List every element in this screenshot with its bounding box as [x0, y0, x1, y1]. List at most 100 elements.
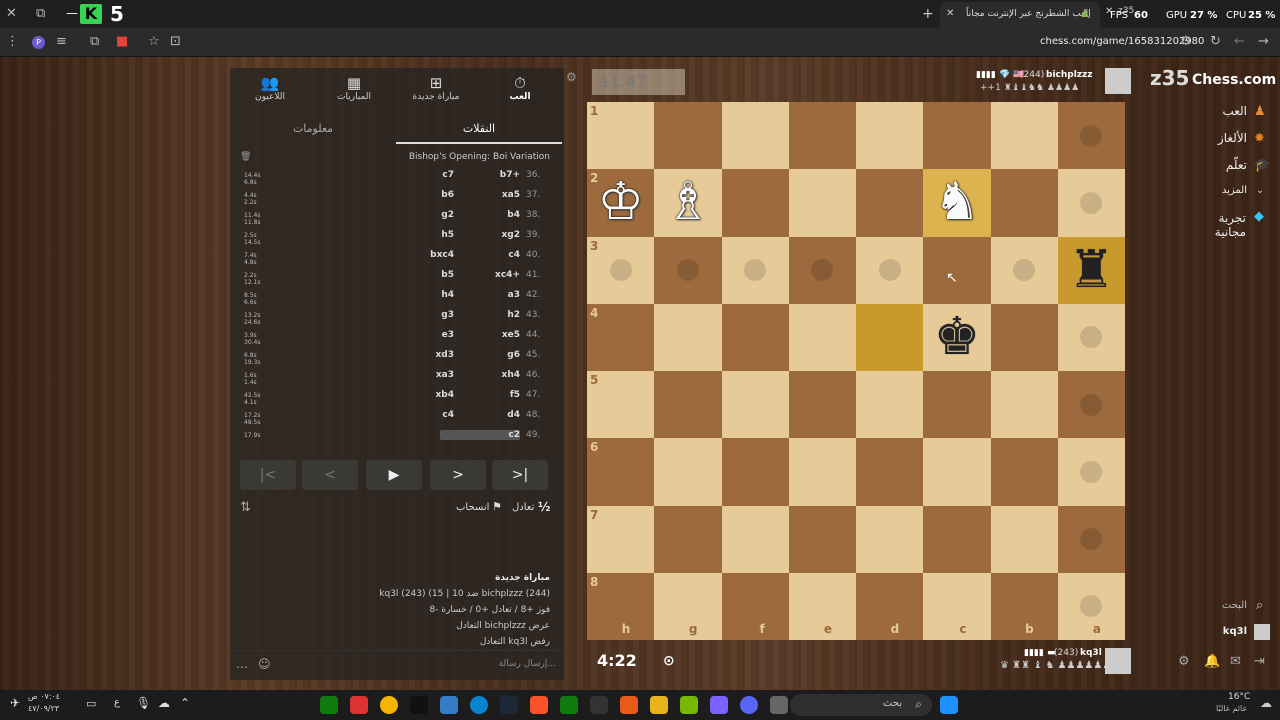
- board-square[interactable]: [1057, 102, 1125, 170]
- epic-icon[interactable]: [590, 696, 608, 714]
- board-square[interactable]: [856, 102, 924, 170]
- board-square[interactable]: [856, 236, 924, 304]
- board-square[interactable]: [923, 505, 991, 573]
- black-move[interactable]: e3: [374, 330, 454, 340]
- board-square[interactable]: 4: [587, 303, 655, 371]
- move-hint-dot[interactable]: [676, 259, 699, 282]
- black-move[interactable]: c7: [374, 170, 454, 180]
- board-square[interactable]: [721, 236, 789, 304]
- move-hint-dot[interactable]: [1080, 528, 1103, 551]
- sidebar-user[interactable]: kq3l: [1197, 626, 1247, 637]
- board-square[interactable]: [788, 102, 856, 170]
- tray-chevron-icon[interactable]: ⌃: [180, 696, 190, 710]
- sidebar-search[interactable]: البحث: [1197, 600, 1247, 611]
- app-icon-red[interactable]: [350, 696, 368, 714]
- black-move[interactable]: xd3: [374, 350, 454, 360]
- board-square[interactable]: g: [654, 572, 722, 640]
- move-hint-dot[interactable]: [1080, 191, 1103, 214]
- sidebar-play[interactable]: العب: [1197, 104, 1247, 118]
- bookmark-star-icon[interactable]: ☆: [148, 34, 160, 50]
- board-square[interactable]: [990, 236, 1058, 304]
- board-square[interactable]: [788, 505, 856, 573]
- resign-button[interactable]: انسحاب: [456, 502, 489, 513]
- white-king[interactable]: ♔: [587, 169, 654, 236]
- white-knight[interactable]: ♞: [923, 169, 990, 236]
- move-hint-dot[interactable]: [1080, 595, 1103, 618]
- prev-move-button[interactable]: <: [302, 460, 358, 490]
- white-bishop[interactable]: ♗: [654, 169, 721, 236]
- language-indicator[interactable]: ع: [114, 697, 120, 708]
- board-square[interactable]: [788, 169, 856, 237]
- folder-icon[interactable]: [650, 696, 668, 714]
- board-square[interactable]: [923, 438, 991, 506]
- collapse-icon[interactable]: ⇥: [1254, 654, 1265, 669]
- board-square[interactable]: f: [721, 572, 789, 640]
- mail-icon[interactable]: ✉: [1230, 654, 1241, 669]
- sidebar-learn[interactable]: تعلّم: [1197, 158, 1247, 172]
- black-move[interactable]: g2: [374, 210, 454, 220]
- board-square[interactable]: [990, 169, 1058, 237]
- white-move[interactable]: c2: [440, 430, 520, 440]
- taskbar-date[interactable]: ٤٧/٠٩/٢٣: [28, 704, 59, 713]
- board-square[interactable]: [721, 102, 789, 170]
- board-square[interactable]: [1057, 371, 1125, 439]
- store-icon[interactable]: [440, 696, 458, 714]
- board-square[interactable]: [1057, 505, 1125, 573]
- sidebar-puzzles[interactable]: الألغاز: [1197, 131, 1247, 145]
- settings-icon[interactable]: ⚙: [1178, 654, 1190, 669]
- discord-icon[interactable]: [740, 696, 758, 714]
- board-square[interactable]: [788, 438, 856, 506]
- player-avatar[interactable]: [1105, 648, 1131, 674]
- sidebar-free-trial[interactable]: تجربة مجانية: [1186, 211, 1246, 239]
- board-square[interactable]: [788, 236, 856, 304]
- board-square[interactable]: [990, 505, 1058, 573]
- site-settings-icon[interactable]: ⚙: [1180, 34, 1192, 50]
- next-move-button[interactable]: >: [430, 460, 486, 490]
- board-square[interactable]: [654, 102, 722, 170]
- board-square[interactable]: [654, 438, 722, 506]
- nvidia-icon[interactable]: [680, 696, 698, 714]
- tray-icon[interactable]: ✈: [10, 696, 20, 710]
- board-square[interactable]: [1057, 169, 1125, 237]
- board-square[interactable]: ♜: [1057, 236, 1125, 304]
- move-hint-dot[interactable]: [1080, 124, 1103, 147]
- board-square[interactable]: 8h: [587, 572, 655, 640]
- board-square[interactable]: b: [990, 572, 1058, 640]
- black-king[interactable]: ♚: [923, 304, 990, 371]
- taskbar-time[interactable]: ٠٧:٠٤ ص: [28, 692, 60, 701]
- play-button[interactable]: ▶: [366, 460, 422, 490]
- opponent-avatar[interactable]: [1105, 68, 1131, 94]
- board-square[interactable]: 5: [587, 371, 655, 439]
- tab-info[interactable]: معلومات: [230, 118, 396, 144]
- board-square[interactable]: [856, 371, 924, 439]
- sidebar-avatar[interactable]: [1254, 624, 1270, 640]
- nav-players[interactable]: 👥 اللاعبون: [230, 74, 310, 114]
- tab-search-icon[interactable]: ≡: [56, 34, 67, 50]
- last-move-button[interactable]: >|: [492, 460, 548, 490]
- nav-play[interactable]: ⏱ العب: [480, 74, 560, 114]
- board-square[interactable]: [1057, 438, 1125, 506]
- player-name[interactable]: kq3l: [1080, 648, 1102, 658]
- board-square[interactable]: 7: [587, 505, 655, 573]
- nav-new-game[interactable]: ⊞ مباراة جديدة: [396, 74, 476, 114]
- board-square[interactable]: [721, 371, 789, 439]
- taskbar-search[interactable]: بحث ⌕: [790, 694, 932, 716]
- move-hint-dot[interactable]: [1013, 259, 1036, 282]
- cloud-icon[interactable]: ☁: [158, 696, 170, 710]
- board-square[interactable]: [788, 303, 856, 371]
- board-square[interactable]: [1057, 303, 1125, 371]
- first-move-button[interactable]: |<: [240, 460, 296, 490]
- black-move[interactable]: b6: [374, 190, 454, 200]
- move-hint-dot[interactable]: [609, 259, 632, 282]
- black-rook[interactable]: ♜: [1058, 237, 1125, 304]
- black-move[interactable]: h5: [374, 230, 454, 240]
- draw-button[interactable]: تعادل: [512, 502, 534, 513]
- board-square[interactable]: [856, 438, 924, 506]
- sidebar-more[interactable]: المزيد: [1197, 185, 1247, 196]
- board-square[interactable]: 2 ♔: [587, 169, 655, 237]
- extension-icon[interactable]: ■: [116, 34, 128, 50]
- board-square[interactable]: [788, 371, 856, 439]
- restore-icon[interactable]: ⧉: [36, 6, 45, 22]
- black-move[interactable]: bxc4: [374, 250, 454, 260]
- board-square[interactable]: [654, 303, 722, 371]
